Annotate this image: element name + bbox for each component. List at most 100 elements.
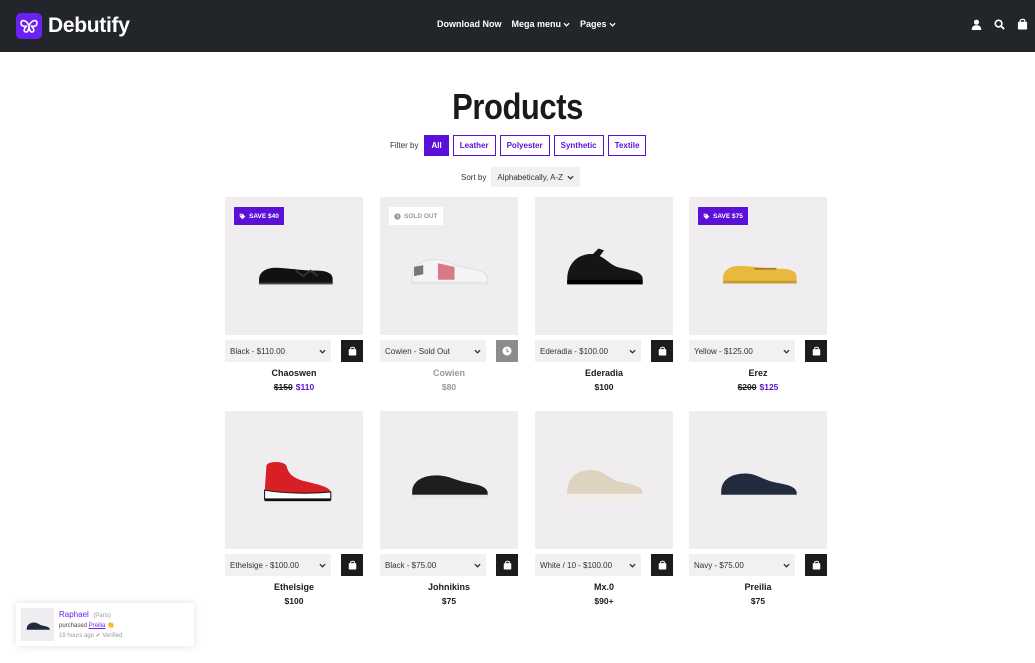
product-image[interactable]: SAVE $75 (689, 197, 827, 335)
tag-icon (703, 213, 710, 219)
nav-label: Mega menu (511, 19, 562, 29)
product-thumbnail (21, 608, 54, 641)
sort-select[interactable]: Alphabetically, A-Z (491, 167, 581, 187)
product-price: $150 $110 (225, 382, 363, 392)
butterfly-logo-icon (16, 13, 42, 39)
variant-value: White / 10 - $100.00 (540, 560, 613, 570)
filter-textile[interactable]: Textile (607, 135, 647, 156)
product-name[interactable]: Preilia (689, 582, 827, 592)
product-name[interactable]: Erez (689, 368, 827, 378)
variant-row: Black - $110.00 (225, 340, 363, 362)
clock-icon (394, 212, 401, 220)
product-name[interactable]: Chaoswen (225, 368, 363, 378)
variant-select[interactable]: White / 10 - $100.00 (535, 554, 642, 576)
nav-label: Download Now (437, 19, 502, 29)
shoe-image (723, 265, 797, 284)
variant-row: Black - $75.00 (380, 554, 518, 576)
sort-value: Alphabetically, A-Z (497, 172, 564, 182)
price: $100 (284, 596, 304, 606)
add-to-cart-button[interactable] (341, 554, 363, 576)
bag-icon[interactable] (1016, 18, 1028, 30)
product-price: $90+ (535, 596, 673, 606)
variant-select[interactable]: Ederadia - $100.00 (535, 340, 642, 362)
variant-select[interactable]: Cowien - Sold Out (380, 340, 487, 362)
page-title: Products (452, 86, 583, 127)
variant-select[interactable]: Black - $75.00 (380, 554, 487, 576)
product-price: $100 (535, 382, 673, 392)
main-nav: Download Now Mega menu Pages (437, 19, 616, 29)
bag-icon (503, 560, 511, 570)
product-image[interactable] (689, 411, 827, 549)
variant-select[interactable]: Ethelsige - $100.00 (225, 554, 332, 576)
nav-mega-menu[interactable]: Mega menu (512, 19, 571, 29)
bag-icon (348, 346, 356, 356)
variant-value: Ederadia - $100.00 (540, 346, 609, 356)
product-image[interactable] (535, 197, 673, 335)
chevron-down-icon (629, 349, 636, 354)
nav-pages[interactable]: Pages (580, 19, 616, 29)
nav-download-now[interactable]: Download Now (437, 19, 502, 29)
shoe-image (567, 248, 643, 285)
badge-label: SOLD OUT (404, 212, 438, 220)
user-icon[interactable] (970, 18, 982, 30)
filter-polyester[interactable]: Polyester (499, 135, 550, 156)
add-to-cart-button[interactable] (805, 340, 827, 362)
recent-sale-popup[interactable]: Raphael (Paris) purchased Preilia 👏 19 h… (16, 603, 194, 646)
product-image[interactable] (380, 411, 518, 549)
price: $80 (441, 382, 457, 392)
variant-value: Navy - $75.00 (694, 560, 744, 570)
product-card: SAVE $75 Yellow - $125.00 Erez $200 $125 (689, 197, 827, 392)
brand-logo[interactable]: Debutify (16, 13, 130, 39)
filter-leather[interactable]: Leather (452, 135, 496, 156)
sold-out-button[interactable] (496, 340, 518, 362)
variant-row: Navy - $75.00 (689, 554, 827, 576)
variant-select[interactable]: Black - $110.00 (225, 340, 332, 362)
chevron-down-icon (319, 563, 326, 568)
product-price: $75 (380, 596, 518, 606)
product-name[interactable]: Cowien (380, 368, 518, 378)
product-image[interactable]: SOLD OUT (380, 197, 518, 335)
product-name[interactable]: Ederadia (535, 368, 673, 378)
sale-price: $125 (759, 382, 779, 392)
verified-label: Verified (102, 633, 123, 639)
product-card: Ederadia - $100.00 Ederadia $100 (535, 197, 673, 392)
variant-row: Ethelsige - $100.00 (225, 554, 363, 576)
sort-bar: Sort by Alphabetically, A-Z (461, 167, 581, 187)
top-navbar: Debutify Download Now Mega menu Pages (0, 0, 1035, 52)
variant-row: Yellow - $125.00 (689, 340, 827, 362)
badge-label: SAVE $40 (249, 212, 279, 220)
add-to-cart-button[interactable] (805, 554, 827, 576)
filter-all[interactable]: All (424, 135, 449, 156)
product-image[interactable] (225, 411, 363, 549)
filter-synthetic[interactable]: Synthetic (553, 135, 604, 156)
variant-select[interactable]: Navy - $75.00 (689, 554, 796, 576)
product-card: White / 10 - $100.00 Mx.0 $90+ (535, 411, 673, 606)
product-name[interactable]: Ethelsige (225, 582, 363, 592)
price: $75 (441, 596, 457, 606)
filter-bar: Filter by All Leather Polyester Syntheti… (390, 135, 647, 156)
product-image[interactable] (535, 411, 673, 549)
bag-icon (348, 560, 356, 570)
add-to-cart-button[interactable] (341, 340, 363, 362)
product-price: $80 (380, 382, 518, 392)
variant-row: White / 10 - $100.00 (535, 554, 673, 576)
sale-badge: SAVE $75 (698, 207, 748, 225)
purchased-label: purchased (59, 623, 88, 629)
variant-value: Cowien - Sold Out (385, 346, 450, 356)
variant-row: Cowien - Sold Out (380, 340, 518, 362)
product-name[interactable]: Mx.0 (535, 582, 673, 592)
variant-select[interactable]: Yellow - $125.00 (689, 340, 796, 362)
chevron-down-icon (319, 349, 326, 354)
product-price: $200 $125 (689, 382, 827, 392)
product-name[interactable]: Johnikins (380, 582, 518, 592)
shoe-image (259, 267, 333, 285)
bag-icon (812, 560, 820, 570)
add-to-cart-button[interactable] (651, 554, 673, 576)
purchased-product-link[interactable]: Preilia (89, 623, 106, 629)
search-icon[interactable] (993, 18, 1005, 30)
tag-icon (239, 213, 246, 219)
add-to-cart-button[interactable] (651, 340, 673, 362)
product-card: Black - $75.00 Johnikins $75 (380, 411, 518, 606)
add-to-cart-button[interactable] (496, 554, 518, 576)
product-image[interactable]: SAVE $40 (225, 197, 363, 335)
